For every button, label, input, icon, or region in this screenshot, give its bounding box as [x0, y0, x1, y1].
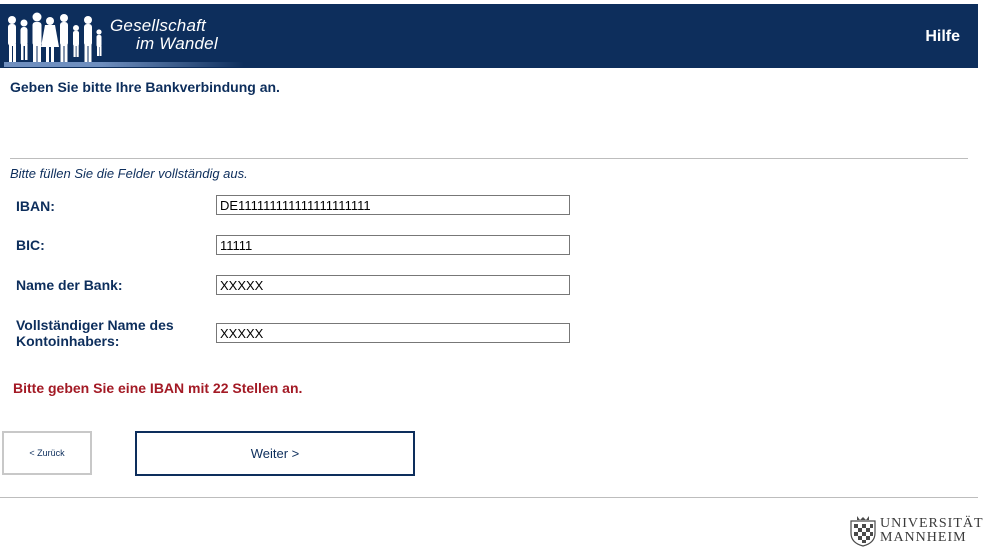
header-bar: Gesellschaft im Wandel Hilfe [0, 4, 978, 68]
error-message: Bitte geben Sie eine IBAN mit 22 Stellen… [13, 380, 303, 396]
logo-text-line2: im Wandel [136, 34, 218, 53]
account-holder-label: Vollständiger Name des Kontoinhabers: [16, 317, 174, 349]
iban-label: IBAN: [16, 198, 55, 214]
iban-input[interactable] [216, 195, 570, 215]
account-holder-input[interactable] [216, 323, 570, 343]
divider [10, 158, 968, 159]
help-link[interactable]: Hilfe [925, 28, 960, 46]
page-title: Geben Sie bitte Ihre Bankverbindung an. [10, 79, 280, 95]
footer-divider [0, 497, 978, 498]
next-button[interactable]: Weiter > [135, 431, 415, 476]
people-silhouettes-logo [8, 12, 102, 62]
logo-underline [4, 62, 244, 67]
university-name-line2: MANNHEIM [880, 530, 967, 545]
bank-name-input[interactable] [216, 275, 570, 295]
bic-input[interactable] [216, 235, 570, 255]
logo-text-line1: Gesellschaft [110, 16, 206, 35]
back-button[interactable]: < Zurück [2, 431, 92, 475]
instruction-text: Bitte füllen Sie die Felder vollständig … [10, 166, 248, 181]
bic-label: BIC: [16, 237, 45, 253]
bank-name-label: Name der Bank: [16, 277, 123, 293]
university-crest-icon [850, 516, 876, 547]
university-name-line1: UNIVERSITÄT [880, 516, 984, 531]
